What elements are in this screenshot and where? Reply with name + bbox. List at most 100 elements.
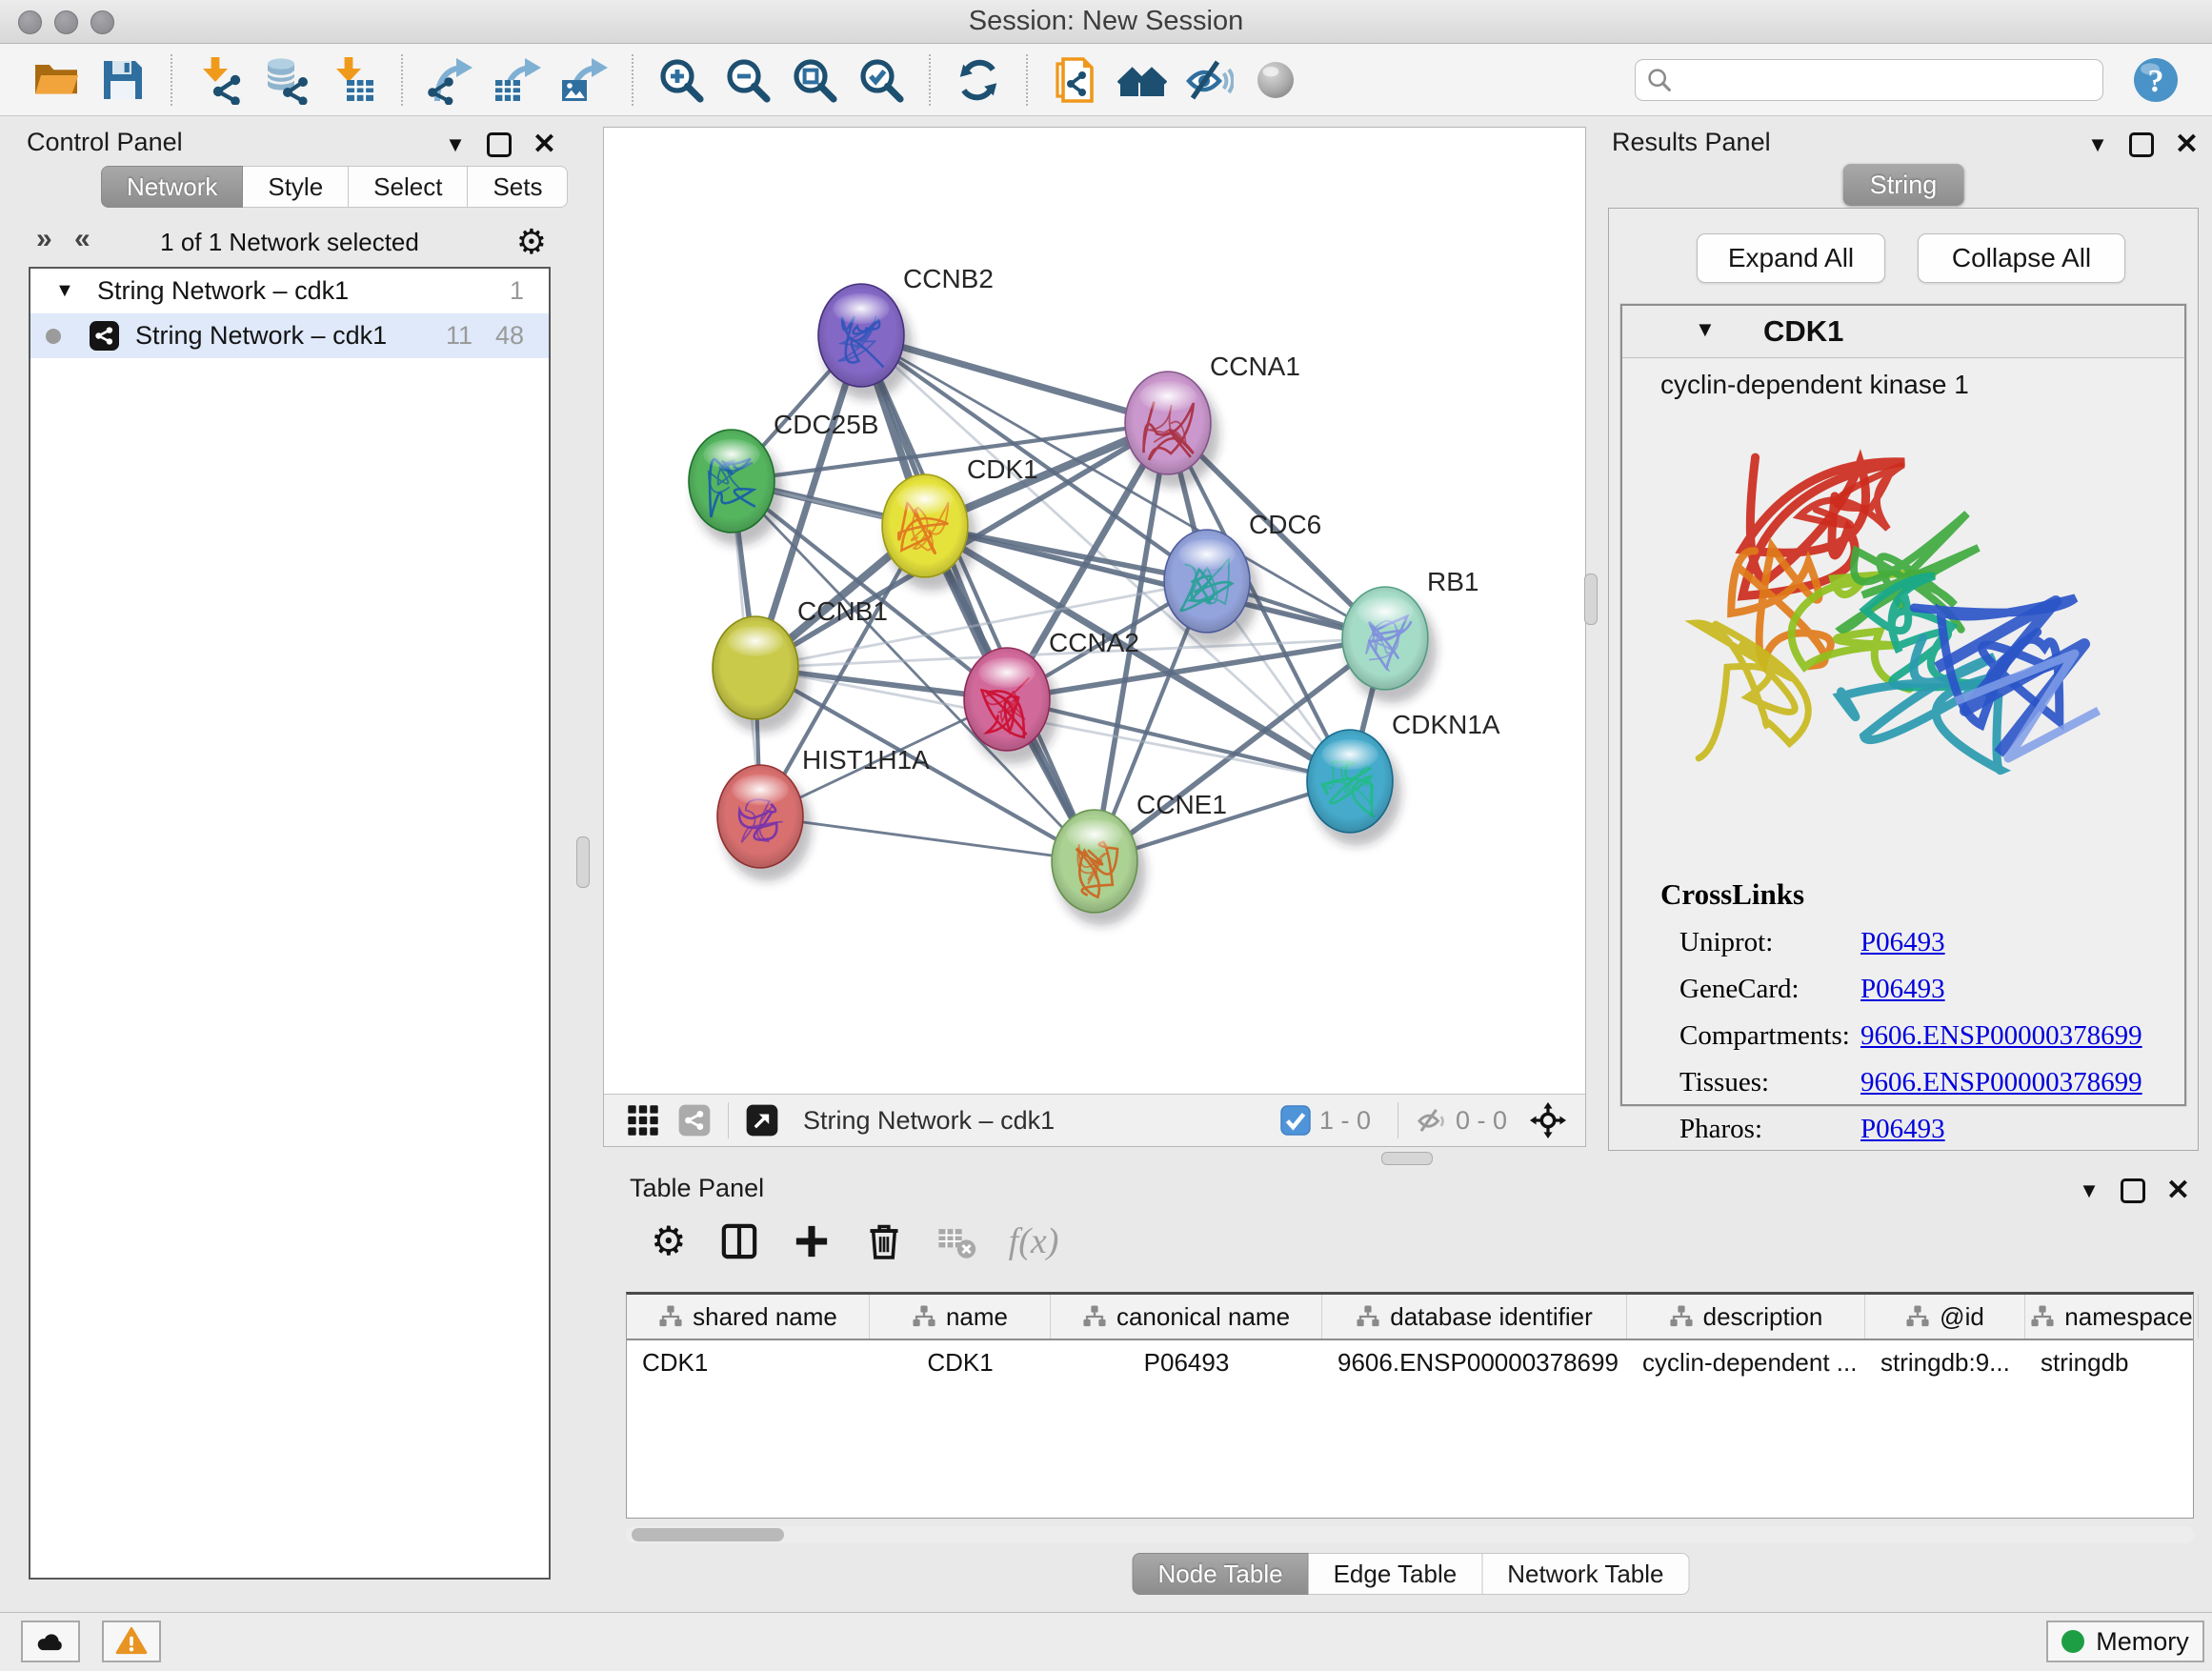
network-options-gear-icon[interactable]: ⚙ [516,223,547,261]
tab-network[interactable]: Network [101,166,243,208]
crosslink-uniprot-[interactable]: P06493 [1860,927,1945,958]
cloud-status-button[interactable] [21,1621,80,1662]
scrollbar-thumb[interactable] [632,1528,784,1541]
table-horizontal-scrollbar[interactable] [626,1526,2194,1543]
help-icon[interactable]: ? [2128,52,2183,108]
delete-column-icon[interactable] [864,1221,904,1261]
birdseye-navigator-icon[interactable] [1530,1102,1566,1138]
column-header-shared-name[interactable]: shared name [627,1295,870,1339]
bottom-splitter-handle[interactable] [1381,1152,1433,1165]
refresh-layout-icon[interactable] [951,52,1006,108]
crosslink-pharos-[interactable]: P06493 [1860,1114,1945,1145]
node-CDC6[interactable] [1164,530,1258,646]
crosslink-genecard-[interactable]: P06493 [1860,974,1945,1005]
tab-edge-table[interactable]: Edge Table [1309,1553,1483,1595]
export-table-icon[interactable] [490,52,545,108]
cell-shared-name[interactable]: CDK1 [627,1340,870,1384]
show-panel-eye-icon-disabled[interactable] [1248,52,1303,108]
table-options-gear-icon[interactable]: ⚙ [651,1222,687,1260]
search-input[interactable] [1681,64,2093,95]
panel-menu-icon[interactable]: ▼ [445,128,466,162]
collapse-all-button[interactable]: Collapse All [1918,233,2125,283]
tab-sets[interactable]: Sets [468,166,568,208]
cell-database-identifier[interactable]: 9606.ENSP00000378699 [1322,1340,1627,1384]
import-network-database-icon[interactable] [259,52,314,108]
node-CDC25B[interactable] [689,430,783,546]
panel-float-icon[interactable] [2121,1178,2145,1203]
expand-all-button[interactable]: Expand All [1697,233,1885,283]
crosslink-label: Compartments: [1660,1020,1860,1052]
column-header-namespace[interactable]: namespace [2025,1295,2199,1339]
open-view-in-window-icon[interactable] [746,1104,778,1137]
hidden-eye-icon[interactable] [1416,1104,1448,1137]
zoom-selected-icon[interactable] [854,52,909,108]
left-splitter-handle[interactable] [576,836,590,888]
cell-name[interactable]: CDK1 [870,1340,1051,1384]
gene-collapse-icon[interactable]: ▼ [1695,317,1716,342]
panel-float-icon[interactable] [487,132,512,157]
shared-column-icon [658,1304,683,1329]
gene-header-row[interactable]: ▼ CDK1 [1622,306,2184,358]
tab-string[interactable]: String [1843,164,1964,206]
hide-panel-eye-icon[interactable] [1181,52,1237,108]
export-network-icon[interactable] [423,52,478,108]
tab-style[interactable]: Style [243,166,349,208]
network-canvas[interactable]: CCNB2CCNA1CDC25BCDK1CDC6RB1CCNB1CCNA2CDK… [604,128,1585,1094]
panel-menu-icon[interactable]: ▼ [2087,128,2108,162]
warnings-button[interactable] [102,1621,161,1662]
network-row-selected[interactable]: String Network – cdk1 11 48 [30,313,549,358]
edge-CCNB2-CCNE1[interactable] [861,335,1095,861]
save-session-icon[interactable] [95,52,151,108]
panel-close-icon[interactable]: ✕ [2166,1174,2190,1208]
column-header-name[interactable]: name [870,1295,1051,1339]
right-splitter-handle[interactable] [1584,574,1598,625]
zoom-out-icon[interactable] [720,52,775,108]
network-collection-row[interactable]: ▼ String Network – cdk1 1 [30,269,549,313]
node-CCNB2[interactable] [818,284,913,400]
tab-network-table[interactable]: Network Table [1482,1553,1689,1595]
show-columns-icon[interactable] [719,1221,759,1261]
toolbar-separator [171,54,172,106]
table-row[interactable]: CDK1CDK1P064939606.ENSP00000378699cyclin… [627,1340,2193,1384]
edge-CCNA2-CDKN1A[interactable] [1007,699,1350,781]
zoom-in-icon[interactable] [654,52,709,108]
panel-float-icon[interactable] [2129,132,2154,157]
hidden-node-edge-counts: 0 - 0 [1456,1106,1507,1136]
grid-view-icon[interactable] [627,1104,659,1137]
column-header-database-identifier[interactable]: database identifier [1322,1295,1627,1339]
crosslink-compartments-[interactable]: 9606.ENSP00000378699 [1860,1020,2142,1052]
tab-node-table[interactable]: Node Table [1133,1553,1309,1595]
cell-canonical-name[interactable]: P06493 [1051,1340,1322,1384]
network-home-icon[interactable] [1115,52,1170,108]
cell-description[interactable]: cyclin-dependent ... [1627,1340,1865,1384]
cell--id[interactable]: stringdb:9... [1865,1340,2025,1384]
shared-column-icon [1356,1304,1380,1329]
network-view[interactable]: CCNB2CCNA1CDC25BCDK1CDC6RB1CCNB1CCNA2CDK… [603,127,1586,1147]
node-RB1[interactable] [1342,587,1437,703]
cell-namespace[interactable]: stringdb [2025,1340,2199,1384]
panel-close-icon[interactable]: ✕ [533,128,556,162]
export-image-icon[interactable] [556,52,612,108]
collection-expand-icon[interactable]: ▼ [55,269,74,313]
open-session-icon[interactable] [29,52,84,108]
node-HIST1H1A[interactable] [717,765,812,881]
column-header--id[interactable]: @id [1865,1295,2025,1339]
memory-button[interactable]: Memory [2046,1621,2204,1662]
node-CDKN1A[interactable] [1307,730,1401,846]
add-column-icon[interactable] [792,1221,832,1261]
panel-menu-icon[interactable]: ▼ [2079,1174,2100,1208]
node-CCNE1[interactable] [1052,810,1146,926]
import-network-file-icon[interactable] [192,52,248,108]
crosslink-tissues-[interactable]: 9606.ENSP00000378699 [1860,1067,2142,1098]
network-thumbnail-icon[interactable] [678,1104,711,1137]
open-string-document-icon[interactable] [1048,52,1103,108]
node-CCNA2[interactable] [964,648,1058,764]
column-label: name [946,1302,1008,1332]
selected-checkbox-icon[interactable] [1279,1104,1312,1137]
panel-close-icon[interactable]: ✕ [2175,128,2199,162]
tab-select[interactable]: Select [349,166,468,208]
import-table-file-icon[interactable] [326,52,381,108]
zoom-fit-icon[interactable] [787,52,842,108]
column-header-canonical-name[interactable]: canonical name [1051,1295,1322,1339]
column-header-description[interactable]: description [1627,1295,1865,1339]
